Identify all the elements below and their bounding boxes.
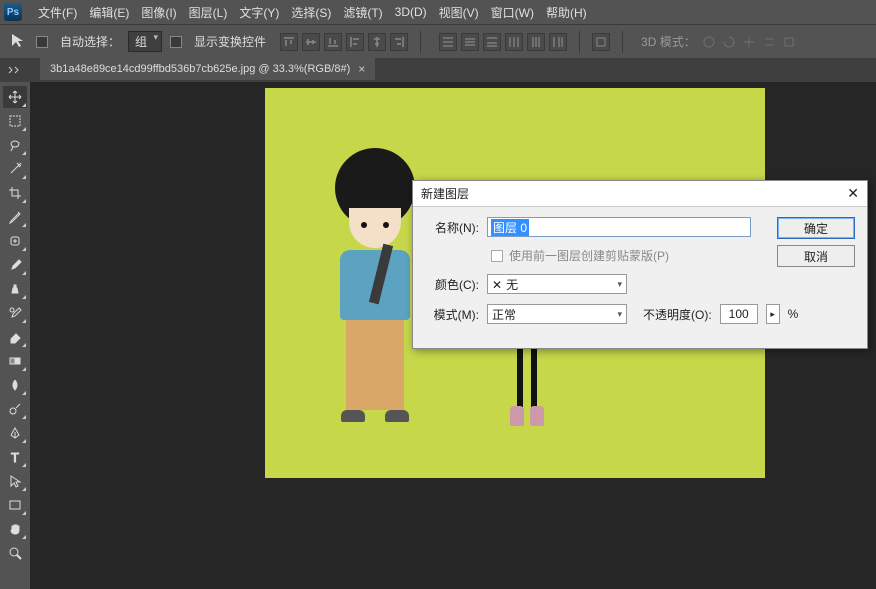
clip-mask-checkbox[interactable] (491, 250, 503, 262)
auto-align-button[interactable] (592, 33, 610, 51)
chevron-down-icon: ▾ (617, 309, 622, 320)
app-logo: Ps (4, 3, 22, 21)
opacity-label: 不透明度(O): (643, 306, 712, 323)
toolbox: T (0, 82, 30, 589)
auto-select-checkbox[interactable] (36, 36, 48, 48)
close-tab-icon[interactable]: × (358, 62, 365, 76)
clone-stamp-tool[interactable] (3, 278, 27, 300)
brush-tool[interactable] (3, 254, 27, 276)
document-tab-title: 3b1a48e89ce14cd99ffbd536b7cb625e.jpg @ 3… (50, 63, 350, 75)
document-tab-bar: 3b1a48e89ce14cd99ffbd536b7cb625e.jpg @ 3… (0, 58, 876, 82)
menu-file[interactable]: 文件(F) (32, 4, 83, 21)
align-vcenter[interactable] (302, 33, 320, 51)
layer-name-input[interactable]: 图层 0 (487, 217, 751, 237)
document-tab[interactable]: 3b1a48e89ce14cd99ffbd536b7cb625e.jpg @ 3… (40, 58, 375, 80)
mode-dropdown[interactable]: 正常 ▾ (487, 304, 627, 324)
toolbox-collapse-handle[interactable] (0, 58, 30, 82)
chevron-down-icon: ▾ (617, 279, 622, 290)
transform-controls-checkbox[interactable] (170, 36, 182, 48)
cancel-button[interactable]: 取消 (777, 245, 855, 267)
menu-image[interactable]: 图像(I) (135, 4, 182, 21)
type-tool[interactable]: T (3, 446, 27, 468)
distribute-vcenter[interactable] (461, 33, 479, 51)
rectangle-tool[interactable] (3, 494, 27, 516)
crop-tool[interactable] (3, 182, 27, 204)
healing-brush-tool[interactable] (3, 230, 27, 252)
blur-tool[interactable] (3, 374, 27, 396)
menu-view[interactable]: 视图(V) (433, 4, 485, 21)
pan-icon[interactable] (742, 35, 756, 49)
move-tool[interactable] (3, 86, 27, 108)
opacity-input[interactable]: 100 (720, 304, 758, 324)
menu-help[interactable]: 帮助(H) (540, 4, 593, 21)
mode-value: 正常 (492, 306, 516, 323)
history-brush-tool[interactable] (3, 302, 27, 324)
opacity-spinner[interactable]: ▸ (766, 304, 780, 324)
color-label: 颜色(C): (425, 276, 479, 293)
new-layer-dialog: 新建图层 ✕ 确定 取消 名称(N): 图层 0 使用前一图层创建剪贴蒙版(P)… (412, 180, 868, 349)
menu-3d[interactable]: 3D(D) (389, 5, 433, 19)
zoom-tool[interactable] (3, 542, 27, 564)
pen-tool[interactable] (3, 422, 27, 444)
scale-icon[interactable] (782, 35, 796, 49)
separator (622, 31, 623, 53)
menu-bar: Ps 文件(F) 编辑(E) 图像(I) 图层(L) 文字(Y) 选择(S) 滤… (0, 0, 876, 24)
eyedropper-tool[interactable] (3, 206, 27, 228)
align-right-edges[interactable] (390, 33, 408, 51)
distribute-right[interactable] (549, 33, 567, 51)
mode3d-section: 3D 模式： (641, 33, 796, 50)
layer-name-value: 图层 0 (491, 219, 529, 236)
name-label: 名称(N): (425, 219, 479, 236)
color-value: 无 (506, 278, 518, 292)
distribute-top[interactable] (439, 33, 457, 51)
dialog-title-text: 新建图层 (421, 185, 469, 202)
separator (420, 31, 421, 53)
gradient-tool[interactable] (3, 350, 27, 372)
options-bar: 自动选择： 组 显示变换控件 3D 模式： (0, 24, 876, 58)
align-group-edges (280, 33, 408, 51)
auto-select-dropdown[interactable]: 组 (128, 31, 162, 52)
mode-label: 模式(M): (425, 306, 479, 323)
menu-select[interactable]: 选择(S) (285, 4, 337, 21)
distribute-left[interactable] (505, 33, 523, 51)
menu-window[interactable]: 窗口(W) (485, 4, 540, 21)
menu-type[interactable]: 文字(Y) (233, 4, 285, 21)
color-none-icon: ✕ (492, 278, 502, 292)
menu-filter[interactable]: 滤镜(T) (337, 4, 388, 21)
percent-label: % (788, 307, 799, 321)
eraser-tool[interactable] (3, 326, 27, 348)
distribute-group (439, 33, 567, 51)
marquee-tool[interactable] (3, 110, 27, 132)
slide-icon[interactable] (762, 35, 776, 49)
transform-controls-label: 显示变换控件 (194, 33, 266, 50)
dodge-tool[interactable] (3, 398, 27, 420)
ok-button[interactable]: 确定 (777, 217, 855, 239)
dialog-close-icon[interactable]: ✕ (847, 185, 859, 202)
distribute-hcenter[interactable] (527, 33, 545, 51)
magic-wand-tool[interactable] (3, 158, 27, 180)
menu-layer[interactable]: 图层(L) (183, 4, 234, 21)
hand-tool[interactable] (3, 518, 27, 540)
svg-text:T: T (11, 450, 19, 464)
mode3d-label: 3D 模式： (641, 33, 696, 50)
align-bottom-edges[interactable] (324, 33, 342, 51)
auto-select-label: 自动选择： (60, 33, 120, 50)
roll-icon[interactable] (722, 35, 736, 49)
align-hcenter[interactable] (368, 33, 386, 51)
dialog-titlebar[interactable]: 新建图层 ✕ (413, 181, 867, 207)
align-top-edges[interactable] (280, 33, 298, 51)
clip-mask-label: 使用前一图层创建剪贴蒙版(P) (509, 247, 669, 264)
menu-edit[interactable]: 编辑(E) (83, 4, 135, 21)
distribute-bottom[interactable] (483, 33, 501, 51)
separator (579, 31, 580, 53)
lasso-tool[interactable] (3, 134, 27, 156)
align-left-edges[interactable] (346, 33, 364, 51)
orbit-icon[interactable] (702, 35, 716, 49)
path-selection-tool[interactable] (3, 470, 27, 492)
move-tool-icon (10, 32, 28, 51)
color-dropdown[interactable]: ✕ 无 ▾ (487, 274, 627, 294)
